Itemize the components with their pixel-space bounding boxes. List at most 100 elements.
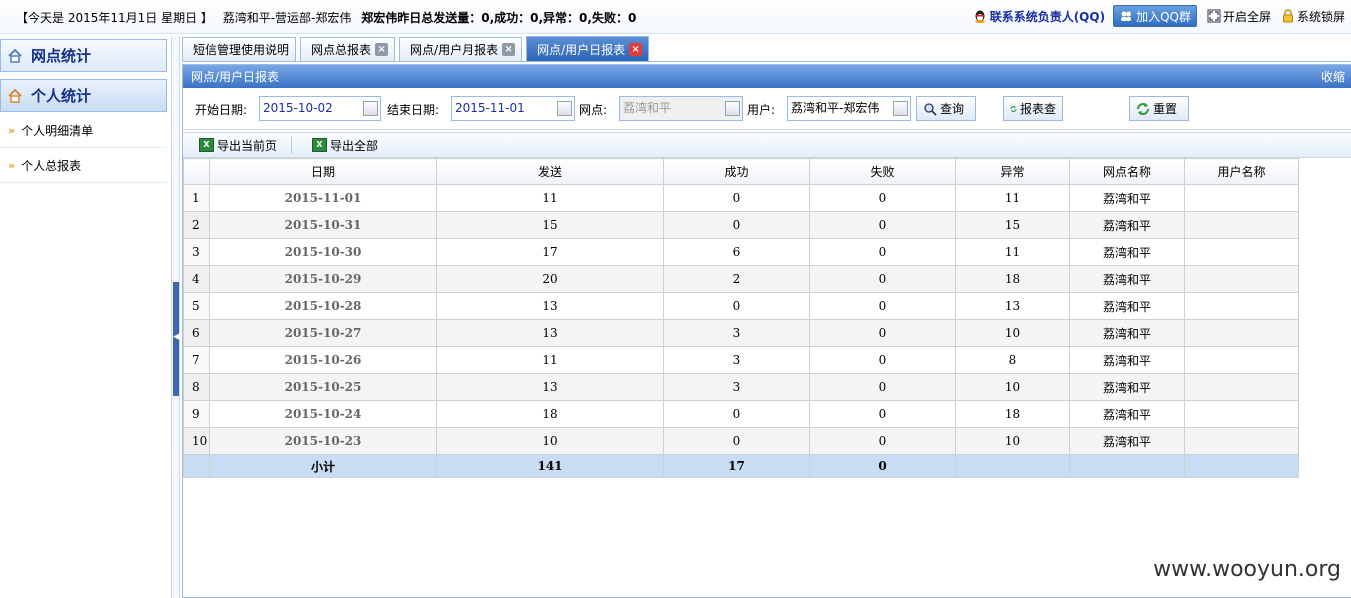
user-path: 荔湾和平-营运部-郑宏伟 [222, 11, 352, 25]
table-row[interactable]: 4 2015-10-29 20 2 0 18 荔湾和平 [183, 265, 1299, 293]
refresh-icon [1010, 105, 1017, 112]
success-cell: 0 [663, 292, 810, 320]
sent-cell: 17 [436, 238, 664, 266]
error-cell: 15 [955, 211, 1070, 239]
table-row[interactable]: 7 2015-10-26 11 3 0 8 荔湾和平 [183, 346, 1299, 374]
fullscreen-button[interactable]: 开启全屏 [1207, 8, 1271, 25]
sidebar-item-personal-detail[interactable]: » 个人明细清单 [0, 114, 167, 148]
row-number-cell: 3 [183, 238, 210, 266]
failed-cell: 0 [809, 211, 956, 239]
report-query-button[interactable]: 报表查 [1003, 96, 1063, 121]
tab-site-user-daily[interactable]: 网点/用户日报表 × [526, 36, 650, 61]
row-number-cell: 2 [183, 211, 210, 239]
success-cell: 3 [663, 373, 810, 401]
select-picker-icon[interactable] [725, 101, 740, 116]
join-qq-group-button[interactable]: 加入QQ群 [1113, 5, 1197, 27]
row-number-cell: 9 [183, 400, 210, 428]
reset-label: 重置 [1153, 102, 1178, 116]
failed-cell: 0 [809, 400, 956, 428]
failed-cell: 0 [809, 346, 956, 374]
summary-site-cell [1069, 454, 1185, 478]
summary-error-cell [955, 454, 1070, 478]
sidebar-splitter[interactable]: ◀ [172, 36, 180, 598]
summary-sent: 141 [436, 454, 664, 478]
qq-penguin-icon [974, 10, 985, 23]
table-row[interactable]: 3 2015-10-30 17 6 0 11 荔湾和平 [183, 238, 1299, 266]
site-name-cell: 荔湾和平 [1069, 427, 1185, 455]
date-cell: 2015-10-31 [209, 211, 437, 239]
table-row[interactable]: 9 2015-10-24 18 0 0 18 荔湾和平 [183, 400, 1299, 428]
site-name-cell: 荔湾和平 [1069, 238, 1185, 266]
refresh-icon [1137, 102, 1149, 115]
column-header-date[interactable]: 日期 [209, 158, 437, 185]
calendar-icon[interactable] [557, 101, 572, 116]
column-header-user-name[interactable]: 用户名称 [1184, 158, 1299, 185]
calendar-icon[interactable] [363, 101, 378, 116]
grid-body: 1 2015-11-01 11 0 0 11 荔湾和平 2 2015-10-31 15 0 0 15 荔湾… [183, 184, 1299, 478]
table-row[interactable]: 2 2015-10-31 15 0 0 15 荔湾和平 [183, 211, 1299, 239]
double-chevron-icon: » [8, 124, 16, 137]
user-label: 用户: [747, 103, 776, 117]
tab-label: 网点/用户月报表 [410, 43, 499, 57]
table-row[interactable]: 5 2015-10-28 13 0 0 13 荔湾和平 [183, 292, 1299, 320]
select-picker-icon[interactable] [893, 101, 908, 116]
table-row[interactable]: 10 2015-10-23 10 0 0 10 荔湾和平 [183, 427, 1299, 455]
summary-failed: 0 [809, 454, 956, 478]
end-date-field[interactable]: 2015-11-01 [451, 96, 575, 121]
sent-cell: 13 [436, 292, 664, 320]
close-icon[interactable]: × [629, 42, 643, 56]
user-name-cell [1184, 346, 1299, 374]
failed-cell: 0 [809, 427, 956, 455]
close-icon[interactable]: × [502, 43, 516, 56]
collapse-button[interactable]: 收缩 [1321, 68, 1345, 85]
site-name-cell: 荔湾和平 [1069, 211, 1185, 239]
user-field[interactable]: 荔湾和平-郑宏伟 [787, 96, 911, 121]
grid-toolbar: X 导出当前页 X 导出全部 [183, 132, 1351, 158]
user-name-cell [1184, 319, 1299, 347]
excel-export-icon: X [312, 138, 328, 152]
failed-cell: 0 [809, 238, 956, 266]
column-header-sent[interactable]: 发送 [436, 158, 664, 185]
contact-admin-link[interactable]: 联系系统负责人(QQ) [973, 8, 1105, 25]
sent-cell: 11 [436, 184, 664, 212]
reset-button[interactable]: 重置 [1129, 96, 1189, 121]
tab-sms-guide[interactable]: 短信管理使用说明 [182, 37, 297, 61]
export-all-button[interactable]: X 导出全部 [310, 137, 392, 154]
fullscreen-label: 开启全屏 [1222, 9, 1271, 24]
close-icon[interactable]: × [375, 43, 389, 56]
toolbar-separator [291, 136, 293, 154]
end-date-value: 2015-11-01 [455, 101, 525, 115]
row-number-cell: 10 [183, 427, 210, 455]
collapse-handle[interactable]: ◀ [173, 282, 180, 396]
tab-site-user-monthly[interactable]: 网点/用户月报表 × [399, 37, 523, 61]
start-date-field[interactable]: 2015-10-02 [259, 96, 381, 121]
lock-screen-button[interactable]: 系统锁屏 [1281, 8, 1345, 25]
sent-cell: 13 [436, 319, 664, 347]
export-page-button[interactable]: X 导出当前页 [197, 137, 291, 154]
column-header-failed[interactable]: 失败 [809, 158, 956, 185]
row-number-cell: 1 [183, 184, 210, 212]
sidebar-section-personal-stats[interactable]: 个人统计 [0, 79, 167, 112]
error-cell: 13 [955, 292, 1070, 320]
table-row[interactable]: 6 2015-10-27 13 3 0 10 荔湾和平 [183, 319, 1299, 347]
sent-cell: 13 [436, 373, 664, 401]
table-row[interactable]: 8 2015-10-25 13 3 0 10 荔湾和平 [183, 373, 1299, 401]
tab-site-total-report[interactable]: 网点总报表 × [300, 37, 396, 61]
failed-cell: 0 [809, 265, 956, 293]
query-button[interactable]: 查询 [916, 96, 976, 121]
site-field[interactable]: 荔湾和平 [619, 96, 743, 121]
success-cell: 0 [663, 211, 810, 239]
column-header-success[interactable]: 成功 [663, 158, 810, 185]
contact-admin-label: 联系系统负责人(QQ) [989, 9, 1106, 24]
failed-cell: 0 [809, 184, 956, 212]
sidebar-item-personal-total[interactable]: » 个人总报表 [0, 149, 167, 183]
sidebar-section-site-stats[interactable]: 网点统计 [0, 39, 167, 72]
error-cell: 11 [955, 238, 1070, 266]
table-row[interactable]: 1 2015-11-01 11 0 0 11 荔湾和平 [183, 184, 1299, 212]
column-header-error[interactable]: 异常 [955, 158, 1070, 185]
panel-header: 网点/用户日报表 收缩 [183, 65, 1351, 88]
column-header-site-name[interactable]: 网点名称 [1069, 158, 1185, 185]
sent-cell: 20 [436, 265, 664, 293]
sent-cell: 18 [436, 400, 664, 428]
user-name-cell [1184, 427, 1299, 455]
